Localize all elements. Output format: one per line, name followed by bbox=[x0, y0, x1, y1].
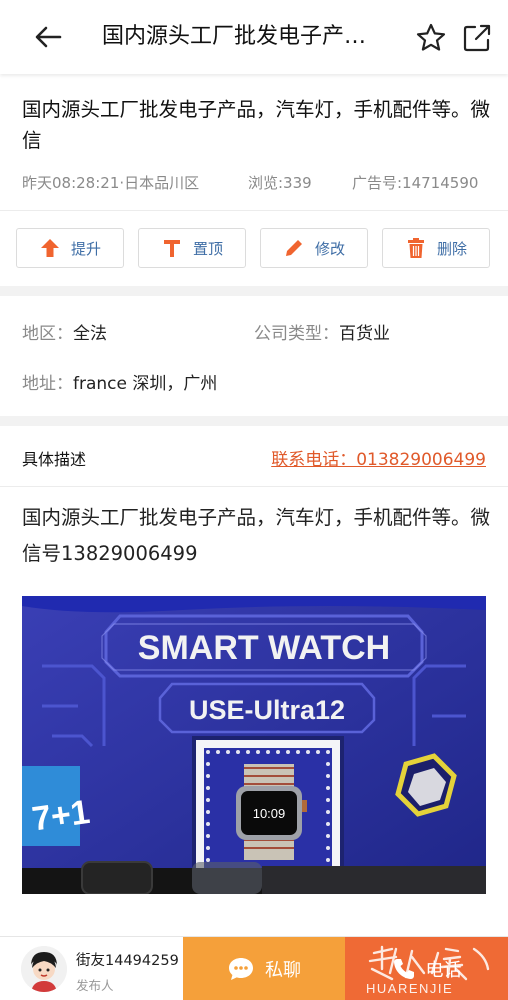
company-type-row: 公司类型：百货业 bbox=[254, 321, 390, 347]
publisher-name: 街友14494259 bbox=[76, 953, 179, 969]
side-label-text: 7+1 bbox=[30, 793, 92, 839]
address-row: 地址：france 深圳，广州 bbox=[22, 371, 217, 397]
pin-top-label: 置顶 bbox=[192, 239, 223, 258]
edit-label: 修改 bbox=[314, 239, 345, 258]
region-row: 地区：全法 bbox=[22, 321, 107, 347]
section-gap bbox=[0, 286, 508, 296]
delete-label: 删除 bbox=[436, 239, 467, 258]
private-message-label: 私聊 bbox=[265, 960, 301, 981]
top-bar: 国内源头工厂批发电子产品，汽车灯，手机配件等。微信 bbox=[0, 0, 508, 74]
box-title-text: SMART WATCH bbox=[138, 629, 390, 667]
product-photo[interactable]: SMART WATCH USE-Ultra12 10:09 7+1 bbox=[22, 596, 486, 894]
call-button[interactable]: 电话 bbox=[345, 937, 508, 1000]
private-message-button[interactable]: 私聊 bbox=[183, 937, 345, 1000]
delete-button[interactable]: 删除 bbox=[382, 228, 490, 268]
pin-top-icon bbox=[163, 240, 180, 257]
page-title: 国内源头工厂批发电子产品，汽车灯，手机配件等。微信 bbox=[102, 24, 382, 49]
region-label: 地区： bbox=[22, 324, 73, 344]
company-type-label: 公司类型： bbox=[254, 324, 339, 344]
section-gap bbox=[0, 416, 508, 426]
region-value: 全法 bbox=[73, 324, 107, 344]
action-bar: 提升 置顶 修改 删除 bbox=[0, 228, 508, 270]
edit-button[interactable]: 修改 bbox=[260, 228, 368, 268]
description-body: 国内源头工厂批发电子产品，汽车灯，手机配件等。微信号13829006499 bbox=[22, 506, 491, 565]
promote-button[interactable]: 提升 bbox=[16, 228, 124, 268]
chat-bubble-icon bbox=[229, 958, 253, 980]
avatar[interactable] bbox=[21, 946, 67, 992]
avatar-image bbox=[21, 946, 67, 992]
publisher-role: 发布人 bbox=[76, 978, 114, 993]
call-label: 电话 bbox=[425, 960, 462, 981]
address-label: 地址： bbox=[22, 374, 73, 394]
post-ad-number: 广告号:14714590 bbox=[352, 174, 479, 192]
back-arrow-icon bbox=[35, 26, 62, 48]
share-icon bbox=[463, 24, 491, 52]
pin-top-button[interactable]: 置顶 bbox=[138, 228, 246, 268]
trash-icon bbox=[407, 238, 424, 258]
description-heading: 具体描述 bbox=[22, 450, 87, 469]
post-title: 国内源头工厂批发电子产品，汽车灯，手机配件等。微信 bbox=[22, 98, 491, 152]
pencil-icon bbox=[285, 240, 302, 256]
divider bbox=[0, 210, 508, 211]
favorite-button[interactable] bbox=[415, 22, 447, 54]
post-views: 浏览:339 bbox=[248, 174, 312, 192]
arrow-up-icon bbox=[40, 239, 59, 257]
phone-icon bbox=[393, 959, 414, 979]
post-time-location: 昨天08:28:21·日本品川区 bbox=[22, 174, 200, 192]
watch-time-text: 10:09 bbox=[253, 806, 286, 821]
bottom-bar: 街友14494259 发布人 私聊 电话 HUARENJIE bbox=[0, 936, 508, 1000]
promote-label: 提升 bbox=[70, 239, 101, 258]
company-type-value: 百货业 bbox=[339, 324, 390, 344]
product-photo-drawing: SMART WATCH USE-Ultra12 10:09 7+1 bbox=[22, 596, 486, 894]
star-icon bbox=[416, 23, 446, 51]
address-value: france 深圳，广州 bbox=[73, 374, 218, 394]
back-button[interactable] bbox=[30, 22, 66, 52]
contact-phone-link[interactable]: 联系电话：013829006499 bbox=[271, 445, 486, 470]
divider bbox=[0, 486, 508, 487]
model-text: USE-Ultra12 bbox=[189, 695, 345, 725]
share-button[interactable] bbox=[461, 22, 493, 54]
